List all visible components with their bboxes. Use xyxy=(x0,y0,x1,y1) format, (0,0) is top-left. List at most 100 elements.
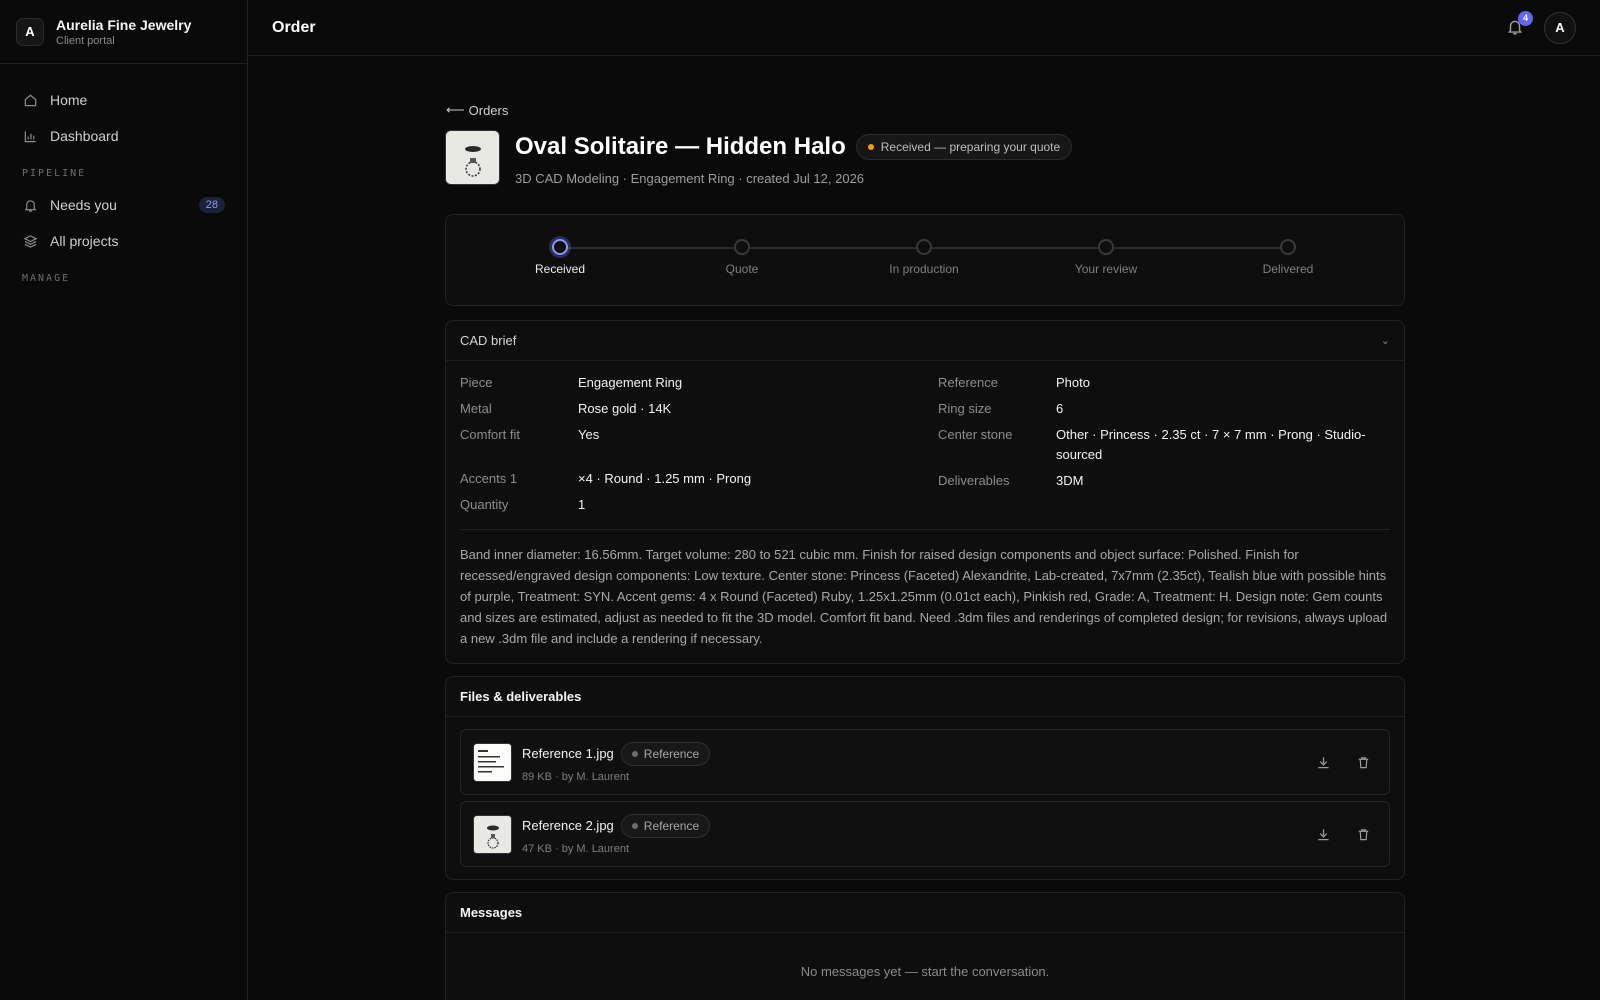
layers-icon xyxy=(22,233,38,249)
tag-dot-icon xyxy=(631,750,638,757)
progress-stepper: Received Quote In production Your review… xyxy=(445,214,1405,306)
home-icon xyxy=(22,92,38,108)
brand-logo: A xyxy=(16,17,44,46)
delete-button[interactable] xyxy=(1349,820,1377,848)
sidebar-nav: Home Dashboard PIPELINE Needs you 28 All… xyxy=(0,64,247,310)
trash-icon xyxy=(1358,828,1368,840)
file-tag: Reference xyxy=(620,813,711,838)
file-thumbnail xyxy=(473,742,512,782)
brief-row-ring-size: Ring size 6 xyxy=(938,399,1390,419)
step-quote: Quote xyxy=(682,239,802,276)
topbar: Order 4 A xyxy=(248,0,1600,56)
chevron-down-icon: ⌄ xyxy=(1380,335,1390,347)
order-thumbnail[interactable] xyxy=(445,130,500,185)
brief-notes: Band inner diameter: 16.56mm. Target vol… xyxy=(460,547,1388,646)
sidebar-item-label: All projects xyxy=(50,233,119,249)
step-circle xyxy=(1280,239,1296,255)
app: A Aurelia Fine Jewelry Client portal Hom… xyxy=(0,0,1600,1000)
file-tag-label: Reference xyxy=(643,746,700,761)
brief-divider xyxy=(460,529,1390,530)
file-info: Reference 1.jpg Reference 89 KB · by M. … xyxy=(522,741,1297,783)
sidebar-item-home[interactable]: Home xyxy=(12,82,235,118)
file-info: Reference 2.jpg Reference 47 KB · by M. … xyxy=(522,813,1297,855)
bell-icon xyxy=(22,197,38,213)
brief-value: Rose gold · 14K xyxy=(578,401,672,416)
step-label: Quote xyxy=(725,262,759,276)
needs-you-count-badge: 28 xyxy=(198,197,225,213)
brief-row-deliverables: Deliverables 3DM xyxy=(938,471,1390,491)
file-tag-label: Reference xyxy=(643,818,700,833)
step-received: Received xyxy=(500,239,620,276)
main: Order 4 A ⟵ Orders Oval Solitaire — Hidd… xyxy=(248,0,1600,1000)
order-header: Oval Solitaire — Hidden Halo Received — … xyxy=(445,130,1405,186)
bar-chart-icon xyxy=(22,128,38,144)
trash-icon xyxy=(1358,756,1368,768)
brief-value: ×4 · Round · 1.25 mm · Prong xyxy=(578,471,752,486)
brief-value: Yes xyxy=(578,427,600,442)
step-circle xyxy=(552,239,568,255)
order-title: Oval Solitaire — Hidden Halo xyxy=(515,133,846,160)
step-circle xyxy=(916,239,932,255)
brief-key: Comfort fit xyxy=(460,427,520,442)
order-subtitle: 3D CAD Modeling · Engagement Ring · crea… xyxy=(515,171,865,186)
files-list: Reference 1.jpg Reference 89 KB · by M. … xyxy=(446,717,1404,879)
step-your-review: Your review xyxy=(1046,239,1166,276)
brief-key: Deliverables xyxy=(938,473,1010,488)
cad-brief-card: CAD brief ⌄ Piece Engagement Ring Metal Ro… xyxy=(445,320,1405,664)
arrow-left-icon: ⟵ xyxy=(446,102,465,117)
brief-value: 3DM xyxy=(1056,473,1084,488)
brief-value: 1 xyxy=(578,497,586,512)
brief-key: Metal xyxy=(460,401,492,416)
file-meta: 47 KB · by M. Laurent xyxy=(522,842,629,855)
sidebar-item-label: Home xyxy=(50,92,88,108)
notifications-button[interactable]: 4 xyxy=(1506,10,1533,38)
sidebar-item-all-projects[interactable]: All projects xyxy=(12,223,235,259)
brand-subtitle: Client portal xyxy=(56,34,115,47)
brief-key: Center stone xyxy=(938,427,1013,442)
download-button[interactable] xyxy=(1309,748,1337,776)
messages-card: Messages No messages yet — start the con… xyxy=(445,892,1405,1000)
brief-row-quantity: Quantity 1 xyxy=(460,495,938,515)
brief-right-column: Reference Photo Ring size 6 Center stone Ot… xyxy=(938,373,1390,515)
file-meta: 89 KB · by M. Laurent xyxy=(522,770,629,783)
sidebar-item-needs-you[interactable]: Needs you 28 xyxy=(12,187,235,223)
tag-dot-icon xyxy=(631,822,638,829)
file-name[interactable]: Reference 2.jpg xyxy=(522,818,614,833)
delete-button[interactable] xyxy=(1349,748,1377,776)
file-name[interactable]: Reference 1.jpg xyxy=(522,746,614,761)
files-card: Files & deliverables Reference 1.jpg Ref… xyxy=(445,676,1405,880)
brief-row-metal: Metal Rose gold · 14K xyxy=(460,399,938,419)
sidebar-item-dashboard[interactable]: Dashboard xyxy=(12,118,235,154)
status-badge: Received — preparing your quote xyxy=(855,134,1073,160)
brief-key: Piece xyxy=(460,375,493,390)
brief-value: 6 xyxy=(1056,401,1064,416)
brief-row-center-stone: Center stone Other · Princess · 2.35 ct ·… xyxy=(938,425,1390,465)
sidebar: A Aurelia Fine Jewelry Client portal Hom… xyxy=(0,0,248,1000)
user-avatar[interactable]: A xyxy=(1544,11,1576,44)
back-label: Orders xyxy=(468,102,509,118)
brief-key: Ring size xyxy=(938,401,992,416)
messages-empty-state: No messages yet — start the conversation… xyxy=(800,963,1050,979)
brand[interactable]: A Aurelia Fine Jewelry Client portal xyxy=(0,0,247,64)
sidebar-item-label: Dashboard xyxy=(50,128,119,144)
messages-header: Messages xyxy=(446,893,1404,933)
file-row[interactable]: Reference 2.jpg Reference 47 KB · by M. … xyxy=(460,801,1390,867)
file-thumbnail xyxy=(473,814,512,854)
file-row[interactable]: Reference 1.jpg Reference 89 KB · by M. … xyxy=(460,729,1390,795)
notification-count-badge: 4 xyxy=(1518,10,1533,26)
cad-brief-toggle[interactable]: CAD brief ⌄ xyxy=(446,321,1404,361)
step-label: In production xyxy=(889,262,959,276)
back-to-orders-link[interactable]: ⟵ Orders xyxy=(446,102,508,118)
sidebar-item-label: Needs you xyxy=(50,197,117,213)
download-button[interactable] xyxy=(1309,820,1337,848)
brief-key: Quantity xyxy=(460,497,509,512)
cad-brief-body: Piece Engagement Ring Metal Rose gold · 14… xyxy=(446,361,1404,663)
brief-value: Engagement Ring xyxy=(578,375,683,390)
brand-name: Aurelia Fine Jewelry xyxy=(56,16,192,33)
order-content: ⟵ Orders Oval Solitaire — Hidden Halo Re… xyxy=(445,56,1405,1000)
step-circle xyxy=(734,239,750,255)
brief-value: Other · Princess · 2.35 ct · 7 × 7 mm · … xyxy=(1056,427,1366,462)
download-icon xyxy=(1317,828,1329,840)
file-tag: Reference xyxy=(620,741,711,766)
step-label: Your review xyxy=(1074,262,1138,276)
